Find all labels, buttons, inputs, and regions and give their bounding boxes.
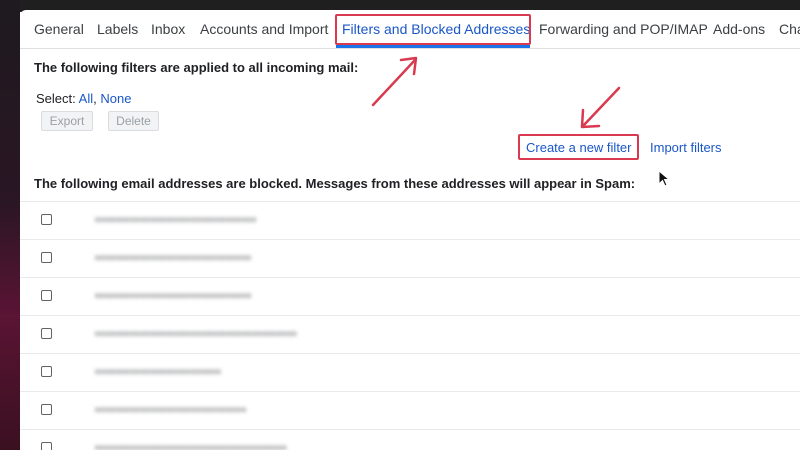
blocked-address: •••••••••••••••••••••••••••••• [95, 402, 247, 417]
delete-button[interactable]: Delete [108, 111, 159, 131]
export-button[interactable]: Export [41, 111, 93, 131]
row-checkbox[interactable] [41, 366, 52, 377]
annotation-box-tab [335, 14, 531, 45]
tab-labels[interactable]: Labels [97, 21, 138, 37]
blocked-address-row[interactable]: ••••••••••••••••••••••••••••••• [20, 277, 800, 316]
blocked-address-row[interactable]: •••••••••••••••••••••••••••••••••••••• [20, 429, 800, 450]
annotation-arrow-down-icon [580, 86, 621, 129]
blocked-address: ••••••••••••••••••••••••••••••• [95, 288, 252, 303]
blocked-address: •••••••••••••••••••••••••••••••• [95, 212, 257, 227]
create-new-filter-link[interactable]: Create a new filter [526, 140, 632, 155]
row-checkbox[interactable] [41, 442, 52, 450]
blocked-address-row[interactable]: •••••••••••••••••••••••••••••••••••••••• [20, 315, 800, 354]
blocked-address: ••••••••••••••••••••••••• [95, 364, 222, 379]
select-none-link[interactable]: None [100, 91, 131, 106]
row-checkbox[interactable] [41, 290, 52, 301]
blocked-address: •••••••••••••••••••••••••••••••••••••••• [95, 326, 298, 341]
row-checkbox[interactable] [41, 404, 52, 415]
filters-heading: The following filters are applied to all… [34, 60, 359, 75]
mouse-cursor-icon [658, 170, 670, 187]
blocked-address-row[interactable]: •••••••••••••••••••••••••••••• [20, 391, 800, 430]
row-checkbox[interactable] [41, 214, 52, 225]
select-label: Select: [36, 91, 76, 106]
import-filters-link[interactable]: Import filters [650, 140, 722, 155]
blocked-heading: The following email addresses are blocke… [34, 176, 636, 191]
row-checkbox[interactable] [41, 328, 52, 339]
tab-chat-partial[interactable]: Cha [779, 21, 800, 37]
blocked-address-row[interactable]: ••••••••••••••••••••••••• [20, 353, 800, 392]
tab-inbox[interactable]: Inbox [151, 21, 185, 37]
annotation-arrow-up-icon [371, 56, 418, 107]
tab-accounts-and-import[interactable]: Accounts and Import [200, 21, 328, 37]
blocked-address-row[interactable]: •••••••••••••••••••••••••••••••• [20, 201, 800, 240]
tab-general[interactable]: General [34, 21, 84, 37]
blocked-address: ••••••••••••••••••••••••••••••• [95, 250, 252, 265]
settings-panel: General Labels Inbox Accounts and Import… [20, 10, 800, 450]
desktop-background [0, 0, 20, 450]
blocked-address-row[interactable]: ••••••••••••••••••••••••••••••• [20, 239, 800, 278]
row-checkbox[interactable] [41, 252, 52, 263]
select-separator: , [93, 91, 97, 106]
select-row: Select: All, None [36, 91, 131, 106]
tab-forwarding-and-pop-imap[interactable]: Forwarding and POP/IMAP [539, 21, 708, 37]
select-all-link[interactable]: All [79, 91, 93, 106]
active-tab-indicator [336, 45, 530, 48]
blocked-address: •••••••••••••••••••••••••••••••••••••• [95, 440, 287, 450]
tab-add-ons[interactable]: Add-ons [713, 21, 765, 37]
